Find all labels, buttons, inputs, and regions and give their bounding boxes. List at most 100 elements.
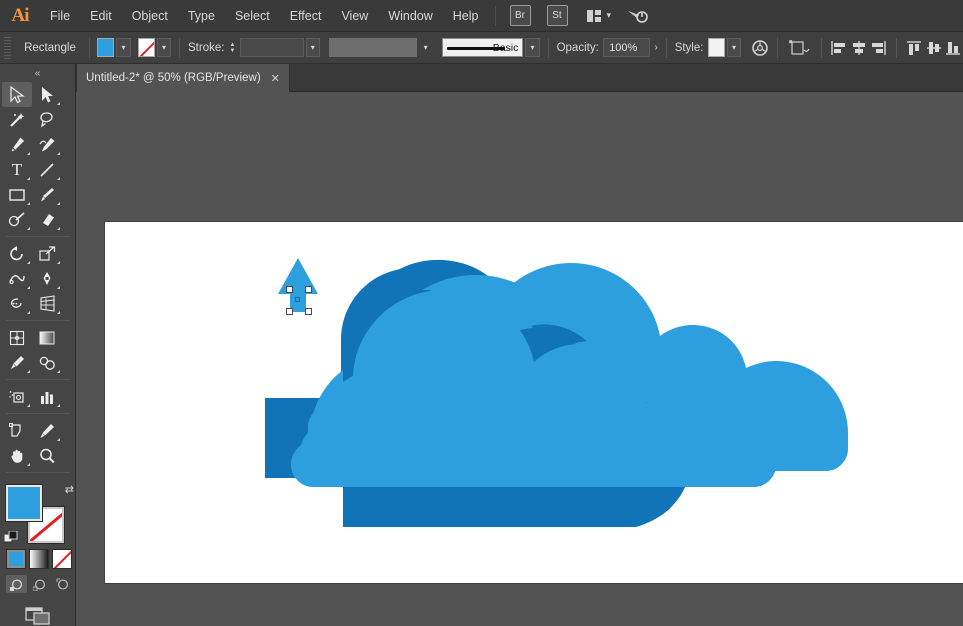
collapse-toolbar-button[interactable]: « [0,64,75,82]
selection-handle[interactable] [305,286,312,293]
align-left-button[interactable] [830,37,849,59]
canvas-area[interactable] [76,92,963,626]
upload-arrow-artwork[interactable] [278,258,318,312]
gradient-tool[interactable] [32,325,62,350]
column-graph-tool[interactable] [32,384,62,409]
free-transform-tool[interactable] [32,266,62,291]
menu-window[interactable]: Window [378,0,442,32]
menu-select[interactable]: Select [225,0,280,32]
variable-width-dropdown-button[interactable]: ▾ [419,38,433,57]
cb-divider-6 [820,37,822,58]
menu-object[interactable]: Object [122,0,178,32]
type-tool[interactable]: T [2,157,32,182]
selection-handle[interactable] [305,308,312,315]
curvature-tool[interactable] [32,132,62,157]
swap-fill-stroke-button[interactable]: ⇄ [65,483,74,496]
tool-divider [6,320,70,321]
rectangle-tool[interactable] [2,182,32,207]
pen-tool[interactable] [2,132,32,157]
scale-tool[interactable] [32,241,62,266]
selection-tool[interactable] [2,82,32,107]
selection-handle[interactable] [286,308,293,315]
transform-button[interactable] [786,37,812,59]
fill-color-swatch[interactable] [97,38,115,57]
paintbrush-tool[interactable] [32,182,62,207]
control-bar-grip[interactable] [4,36,12,59]
opacity-options-button[interactable]: › [654,42,657,53]
blend-tool[interactable] [32,350,62,375]
stroke-weight-stepper[interactable]: ▲ ▼ [228,38,236,57]
recolor-artwork-icon [751,39,768,56]
menu-type[interactable]: Type [178,0,225,32]
none-mode-button[interactable] [52,549,72,569]
change-screen-mode-button[interactable] [23,605,53,626]
stroke-weight-input[interactable] [240,38,304,57]
slice-tool[interactable] [32,418,62,443]
fill-dropdown-button[interactable]: ▾ [116,38,131,57]
style-dropdown-button[interactable]: ▾ [726,38,742,57]
bridge-button[interactable]: Br [509,5,531,26]
draw-inside-button[interactable] [52,575,73,593]
stroke-dropdown-button[interactable]: ▾ [156,38,172,57]
color-mode-button[interactable] [6,549,26,569]
default-fill-stroke-button[interactable] [4,531,18,545]
stock-button[interactable]: St [546,5,568,26]
fill-swatch[interactable] [6,485,42,521]
menu-view[interactable]: View [331,0,378,32]
width-icon [9,274,25,284]
gradient-mode-button[interactable] [29,549,49,569]
brush-stroke-preview [446,47,505,50]
line-segment-tool[interactable] [32,157,62,182]
eyedropper-tool[interactable] [2,350,32,375]
cb-divider-4 [665,37,667,58]
draw-normal-button[interactable] [6,575,27,593]
brush-definition-field[interactable]: Basic [441,38,524,57]
perspective-grid-tool[interactable] [32,291,62,316]
selection-arrow-icon [10,85,25,103]
menu-help[interactable]: Help [443,0,489,32]
close-icon[interactable]: ✕ [271,72,280,85]
zoom-magnifier-icon [40,448,55,463]
magic-wand-tool[interactable] [2,107,32,132]
variable-width-profile-input[interactable] [328,38,417,57]
opacity-input[interactable]: 100% [603,38,651,57]
workspace-switcher-icon[interactable] [625,5,651,27]
eraser-icon [43,213,54,226]
direct-selection-tool[interactable] [32,82,62,107]
document-tab[interactable]: Untitled-2* @ 50% (RGB/Preview) ✕ [76,64,290,92]
hand-tool[interactable] [2,443,32,468]
illustrator-window: Ai File Edit Object Type Select Effect V… [0,0,963,626]
brush-dropdown-button[interactable]: ▾ [525,38,540,57]
shape-builder-tool[interactable] [2,291,32,316]
align-vertical-center-button[interactable] [924,37,943,59]
align-right-button[interactable] [868,37,887,59]
draw-behind-button[interactable] [29,575,50,593]
lasso-tool[interactable] [32,107,62,132]
rotate-tool[interactable] [2,241,32,266]
draw-normal-icon [9,578,22,591]
arrow-triangle[interactable] [278,258,318,294]
eraser-tool[interactable] [32,207,62,232]
artboard-tool[interactable] [2,418,32,443]
mesh-tool[interactable] [2,325,32,350]
align-bottom-button[interactable] [944,37,963,59]
align-horizontal-center-button[interactable] [849,37,868,59]
recolor-artwork-button[interactable] [750,37,769,59]
stroke-weight-dropdown-button[interactable]: ▾ [305,38,320,57]
document-tab-title: Untitled-2* @ 50% (RGB/Preview) [86,72,261,84]
width-tool[interactable] [2,266,32,291]
stroke-color-swatch[interactable] [137,38,155,57]
menu-effect[interactable]: Effect [280,0,332,32]
graphic-style-swatch[interactable] [707,38,725,57]
selection-handle[interactable] [286,286,293,293]
zoom-tool[interactable] [32,443,62,468]
arrange-documents-button[interactable]: ▾ [580,6,611,26]
shaper-tool[interactable] [2,207,32,232]
menu-edit[interactable]: Edit [80,0,122,32]
symbol-sprayer-tool[interactable] [2,384,32,409]
screen-mode-row [0,605,75,626]
align-top-button[interactable] [905,37,924,59]
line-segment-icon [40,162,54,177]
menu-file[interactable]: File [40,0,80,32]
artboard[interactable] [105,222,963,583]
